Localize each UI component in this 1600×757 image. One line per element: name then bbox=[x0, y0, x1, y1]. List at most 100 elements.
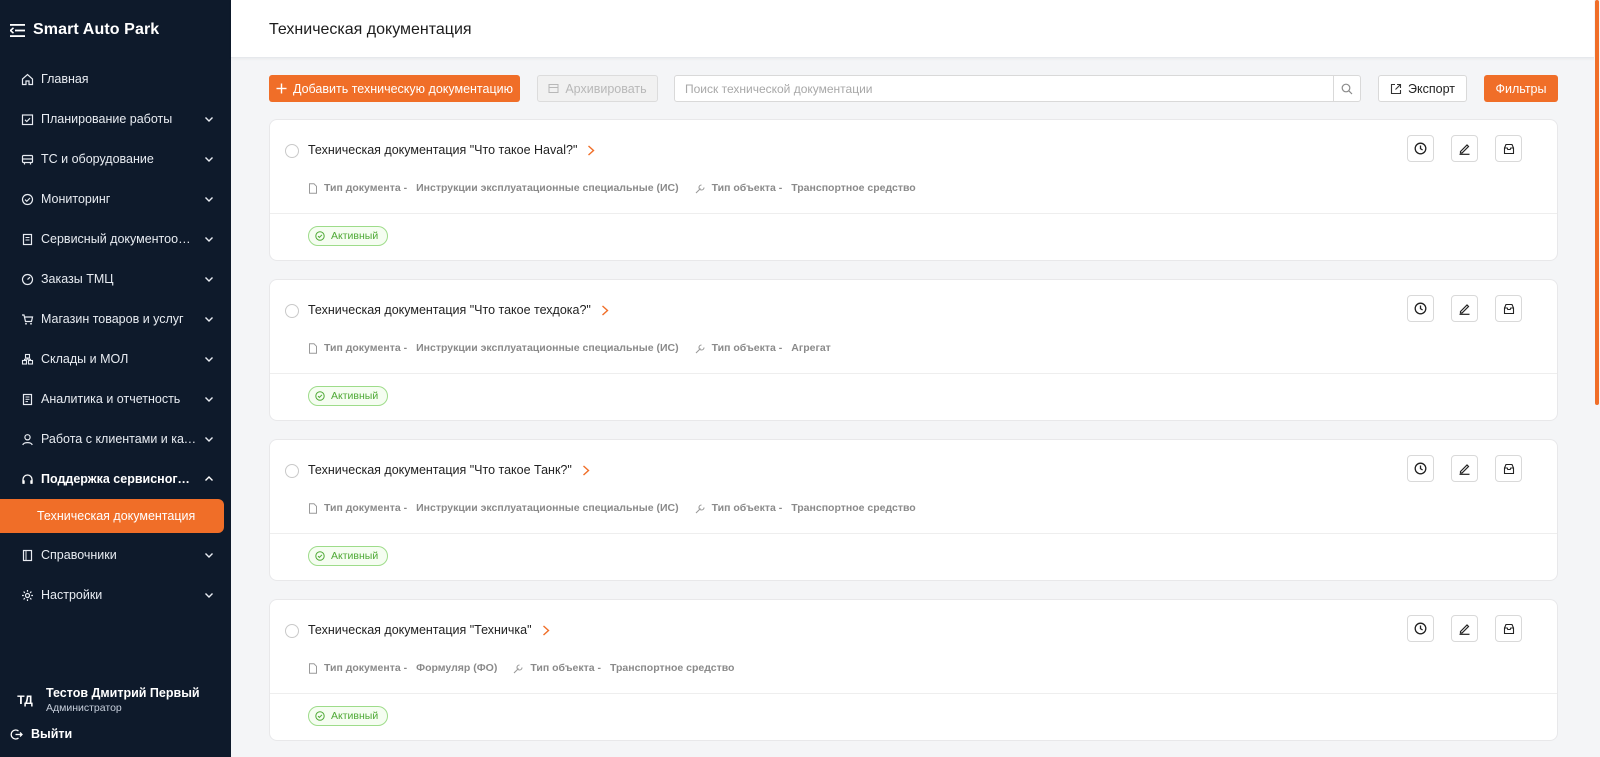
sidebar-item-label: Сервисный документооборот bbox=[41, 232, 197, 246]
object-type-label: Тип объекта - bbox=[711, 502, 783, 514]
sidebar-item-settings[interactable]: Настройки bbox=[0, 575, 231, 615]
wrench-icon bbox=[695, 503, 705, 513]
search-input[interactable] bbox=[675, 76, 1333, 101]
logout-button[interactable]: Выйти bbox=[10, 727, 72, 741]
history-button[interactable] bbox=[1407, 295, 1434, 322]
edit-button[interactable] bbox=[1451, 295, 1478, 322]
doc-meta: Тип документа - Инструкции эксплуатацион… bbox=[308, 342, 847, 354]
search-box bbox=[674, 75, 1361, 102]
file-icon bbox=[309, 662, 317, 674]
doc-title: Техническая документация "Что такое техд… bbox=[308, 303, 591, 317]
sidebar-item-label: Работа с клиентами и качеством bbox=[41, 432, 197, 446]
plus-icon bbox=[276, 83, 287, 94]
warehouse-icon bbox=[20, 352, 34, 366]
status-text: Активный bbox=[331, 550, 379, 562]
card-actions bbox=[1407, 295, 1522, 322]
sidebar-subitem-tech-docs[interactable]: Техническая документация bbox=[0, 499, 224, 533]
filters-button[interactable]: Фильтры bbox=[1484, 75, 1558, 102]
sidebar-item-planning[interactable]: Планирование работы bbox=[0, 99, 231, 139]
sidebar-item-monitoring[interactable]: Мониторинг bbox=[0, 179, 231, 219]
sidebar-item-clients[interactable]: Работа с клиентами и качеством bbox=[0, 419, 231, 459]
logout-icon bbox=[10, 728, 23, 740]
status-text: Активный bbox=[331, 230, 379, 242]
sidebar-item-service-docs[interactable]: Сервисный документооборот bbox=[0, 219, 231, 259]
list-item: Техническая документация "Техничка" Тип … bbox=[269, 599, 1558, 741]
object-type-value: Транспортное средство bbox=[609, 662, 735, 674]
status-badge: Активный bbox=[308, 226, 389, 246]
archive-button[interactable]: Архивировать bbox=[537, 75, 658, 102]
home-icon bbox=[20, 72, 34, 86]
list-item: Техническая документация "Что такое техд… bbox=[269, 279, 1558, 421]
select-checkbox[interactable] bbox=[285, 464, 299, 478]
doc-type-label: Тип документа - bbox=[324, 662, 408, 674]
sidebar-item-shop[interactable]: Магазин товаров и услуг bbox=[0, 299, 231, 339]
export-button-label: Экспорт bbox=[1408, 81, 1455, 96]
file-icon bbox=[309, 502, 317, 514]
app-logo[interactable]: Smart Auto Park bbox=[10, 18, 159, 42]
chevron-right-icon bbox=[588, 144, 595, 156]
clock-icon bbox=[1414, 142, 1427, 155]
wrench-icon bbox=[695, 343, 705, 353]
edit-button[interactable] bbox=[1451, 135, 1478, 162]
sidebar-item-label: Справочники bbox=[41, 548, 117, 562]
object-type-label: Тип объекта - bbox=[711, 182, 783, 194]
sidebar-item-vehicles[interactable]: ТС и оборудование bbox=[0, 139, 231, 179]
doc-title-link[interactable]: Техническая документация "Что такое Hava… bbox=[308, 143, 595, 157]
chevron-right-icon bbox=[582, 464, 590, 476]
book-icon bbox=[20, 548, 34, 562]
clock-icon bbox=[1414, 462, 1427, 475]
app-title: Smart Auto Park bbox=[33, 21, 160, 38]
select-checkbox[interactable] bbox=[285, 144, 299, 158]
pencil-icon bbox=[1459, 624, 1470, 635]
status-badge: Активный bbox=[308, 706, 389, 726]
export-icon bbox=[1390, 83, 1402, 94]
user-name: Тестов Дмитрий Первый bbox=[46, 686, 200, 700]
search-button[interactable] bbox=[1333, 76, 1360, 101]
chevron-down-icon bbox=[205, 157, 213, 162]
edit-button[interactable] bbox=[1451, 455, 1478, 482]
sidebar-item-label: Настройки bbox=[41, 588, 103, 602]
check-circle-icon bbox=[315, 231, 325, 241]
archive-item-button[interactable] bbox=[1495, 295, 1522, 322]
select-checkbox[interactable] bbox=[285, 624, 299, 638]
user-profile[interactable]: ТД Тестов Дмитрий Первый Администратор bbox=[0, 682, 231, 718]
archive-item-button[interactable] bbox=[1495, 455, 1522, 482]
search-icon bbox=[1341, 83, 1353, 94]
chevron-up-icon bbox=[205, 476, 213, 481]
object-type-label: Тип объекта - bbox=[530, 662, 601, 674]
wrench-icon bbox=[695, 183, 705, 193]
history-button[interactable] bbox=[1407, 135, 1434, 162]
chevron-down-icon bbox=[205, 197, 213, 202]
sidebar-item-references[interactable]: Справочники bbox=[0, 535, 231, 575]
gear-icon bbox=[20, 588, 34, 602]
history-button[interactable] bbox=[1407, 615, 1434, 642]
card-actions bbox=[1407, 135, 1522, 162]
file-icon bbox=[309, 342, 317, 354]
add-tech-doc-button[interactable]: Добавить техническую документацию bbox=[269, 75, 520, 102]
export-button[interactable]: Экспорт bbox=[1378, 75, 1467, 102]
sidebar-item-label: Мониторинг bbox=[41, 192, 111, 206]
sidebar-item-label: Склады и МОЛ bbox=[41, 352, 129, 366]
sidebar-item-staff-support[interactable]: Поддержка сервисного персонала bbox=[0, 459, 231, 499]
sidebar-item-analytics[interactable]: Аналитика и отчетность bbox=[0, 379, 231, 419]
archive-item-button[interactable] bbox=[1495, 135, 1522, 162]
select-checkbox[interactable] bbox=[285, 304, 299, 318]
doc-title-link[interactable]: Техническая документация "Техничка" bbox=[308, 623, 550, 637]
history-button[interactable] bbox=[1407, 455, 1434, 482]
doc-title: Техническая документация "Техничка" bbox=[308, 623, 532, 637]
doc-type-value: Инструкции эксплуатационные специальные … bbox=[416, 502, 679, 514]
doc-title-link[interactable]: Техническая документация "Что такое техд… bbox=[308, 303, 609, 317]
edit-button[interactable] bbox=[1451, 615, 1478, 642]
sidebar-item-warehouses[interactable]: Склады и МОЛ bbox=[0, 339, 231, 379]
doc-title-link[interactable]: Техническая документация "Что такое Танк… bbox=[308, 463, 590, 477]
chevron-down-icon bbox=[205, 317, 213, 322]
scrollbar-thumb[interactable] bbox=[1595, 0, 1599, 405]
archive-item-button[interactable] bbox=[1495, 615, 1522, 642]
archive-button-label: Архивировать bbox=[565, 81, 647, 96]
sidebar-item-home[interactable]: Главная bbox=[0, 59, 231, 99]
sidebar-item-label: Планирование работы bbox=[41, 112, 173, 126]
menu-toggle-icon[interactable] bbox=[10, 23, 25, 37]
sidebar-item-orders[interactable]: Заказы ТМЦ bbox=[0, 259, 231, 299]
page-scrollbar[interactable] bbox=[1594, 0, 1600, 757]
card-actions bbox=[1407, 615, 1522, 642]
